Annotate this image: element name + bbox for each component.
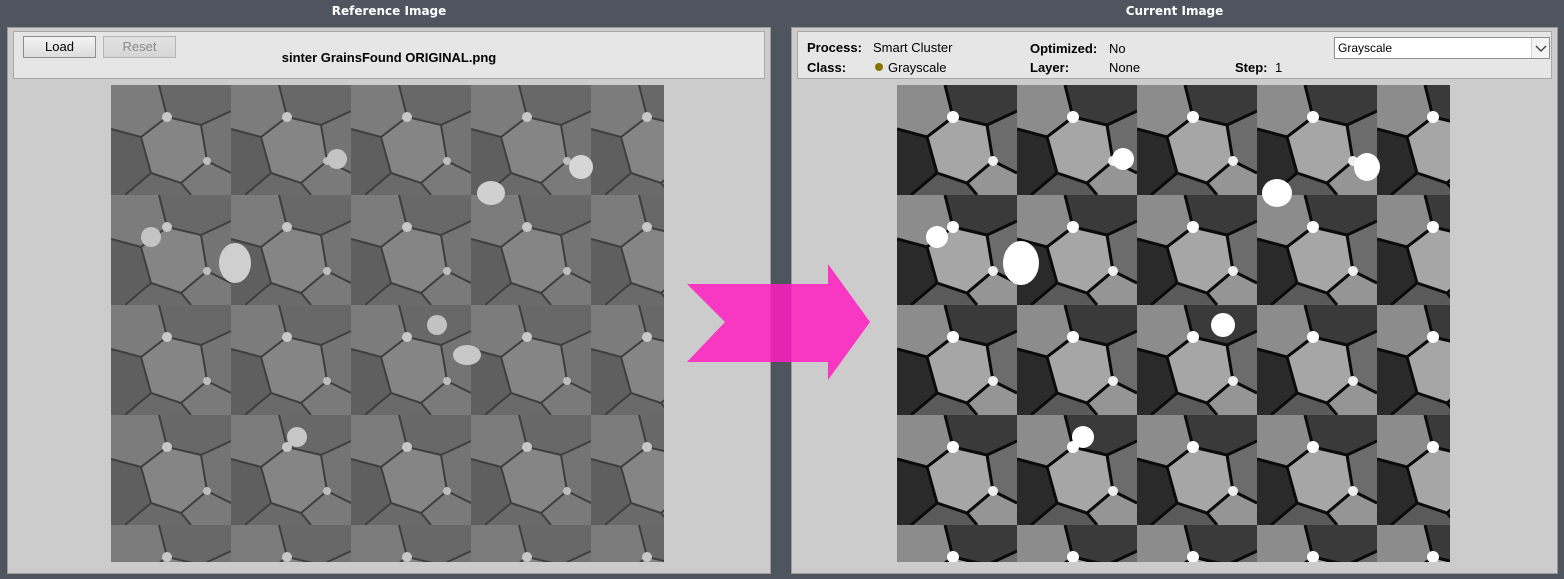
reference-toolbar: Load Reset sinter GrainsFound ORIGINAL.p… xyxy=(13,31,765,79)
current-pane: Process: Smart Cluster Class: Grayscale … xyxy=(791,27,1558,574)
reference-pane: Load Reset sinter GrainsFound ORIGINAL.p… xyxy=(7,27,771,574)
layer-label: Layer: xyxy=(1030,60,1070,75)
optimized-value: No xyxy=(1109,41,1126,56)
current-pane-title: Current Image xyxy=(1125,4,1224,18)
view-select-value: Grayscale xyxy=(1338,41,1393,55)
class-label: Class: xyxy=(807,60,847,75)
reference-filename: sinter GrainsFound ORIGINAL.png xyxy=(281,50,497,65)
process-label: Process: xyxy=(807,40,862,55)
optimized-label: Optimized: xyxy=(1030,41,1098,56)
chevron-down-icon[interactable] xyxy=(1531,38,1549,58)
class-color-dot-icon xyxy=(875,63,883,71)
class-value: Grayscale xyxy=(875,60,947,75)
process-value: Smart Cluster xyxy=(873,40,953,55)
view-select[interactable]: Grayscale xyxy=(1334,37,1550,59)
layer-value: None xyxy=(1109,60,1141,75)
reference-image xyxy=(111,85,664,562)
current-toolbar: Process: Smart Cluster Class: Grayscale … xyxy=(797,31,1552,79)
class-value-text: Grayscale xyxy=(888,60,947,75)
step-value: 1 xyxy=(1275,60,1283,75)
reference-pane-title: Reference Image xyxy=(331,4,447,18)
step-label: Step: xyxy=(1235,60,1268,75)
current-image xyxy=(897,85,1450,562)
